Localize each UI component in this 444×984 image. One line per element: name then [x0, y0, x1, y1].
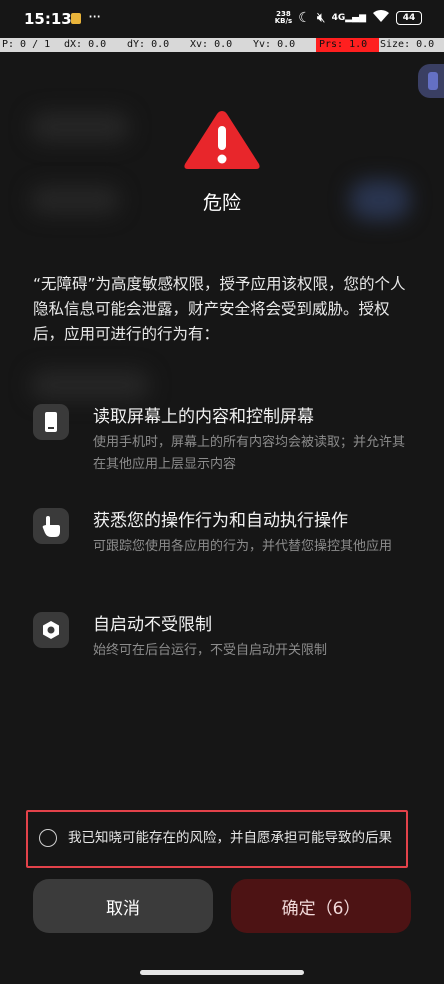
hexagon-icon: [33, 612, 69, 648]
permission-title: 获悉您的操作行为和自动执行操作: [93, 511, 348, 531]
blurred-background: [30, 370, 150, 400]
pointer-location-bar: P: 0 / 1 dX: 0.0 dY: 0.0 Xv: 0.0 Yv: 0.0…: [0, 38, 444, 52]
consent-label: 我已知晓可能存在的风险，并自愿承担可能导致的后果: [68, 830, 392, 846]
dialog-description: “无障碍”为高度敏感权限，授予应用该权限，您的个人隐私信息可能会泄露，财产安全将…: [33, 275, 406, 343]
status-icons: 238 KB/s ☾ 🔇︎ 4G▂▄▆ 44: [275, 9, 422, 27]
hand-touch-icon: [33, 508, 69, 544]
pointer-size: Size: 0.0: [380, 39, 435, 50]
permission-title: 读取屏幕上的内容和控制屏幕: [93, 407, 314, 427]
risk-consent-checkbox[interactable]: 我已知晓可能存在的风险，并自愿承担可能导致的后果: [26, 810, 408, 868]
pointer-dy: dY: 0.0: [127, 39, 170, 50]
notification-icon: [71, 13, 81, 24]
do-not-disturb-icon: ☾: [298, 10, 311, 26]
side-handle-icon: [428, 72, 438, 90]
permission-description: 始终可在后台运行，不受自启动开关限制: [93, 643, 328, 658]
status-bar: 15:13 ··· 238 KB/s ☾ 🔇︎ 4G▂▄▆ 44: [0, 0, 444, 38]
cancel-button[interactable]: 取消: [33, 879, 213, 933]
more-notifications-icon: ···: [88, 7, 101, 26]
network-speed: 238 KB/s: [274, 10, 293, 25]
floating-side-handle[interactable]: [418, 64, 444, 98]
dialog-title: 危险: [202, 192, 241, 214]
mute-icon: 🔇︎: [316, 10, 326, 26]
confirm-button[interactable]: 确定（6）: [231, 879, 411, 933]
mobile-signal-icon: 4G▂▄▆: [331, 13, 366, 23]
pointer-count: P: 0 / 1: [2, 39, 51, 50]
pointer-dx: dX: 0.0: [64, 39, 107, 50]
blurred-background: [30, 112, 130, 142]
permission-description: 使用手机时，屏幕上的所有内容均会被读取；并允许其在其他应用上层显示内容: [93, 435, 406, 472]
pointer-xv: Xv: 0.0: [190, 39, 233, 50]
pointer-pressure: Prs: 1.0: [316, 38, 379, 52]
battery-icon: 44: [396, 11, 422, 25]
permission-title: 自启动不受限制: [93, 615, 212, 635]
clock: 15:13: [24, 10, 72, 28]
phone-screen-icon: [33, 404, 69, 440]
warning-triangle-icon: [184, 111, 260, 169]
radio-button[interactable]: [39, 829, 57, 847]
permission-description: 可跟踪您使用各应用的行为，并代替您操控其他应用: [93, 539, 393, 554]
home-indicator[interactable]: [140, 970, 304, 975]
pointer-yv: Yv: 0.0: [253, 39, 296, 50]
wifi-icon: [372, 9, 390, 27]
